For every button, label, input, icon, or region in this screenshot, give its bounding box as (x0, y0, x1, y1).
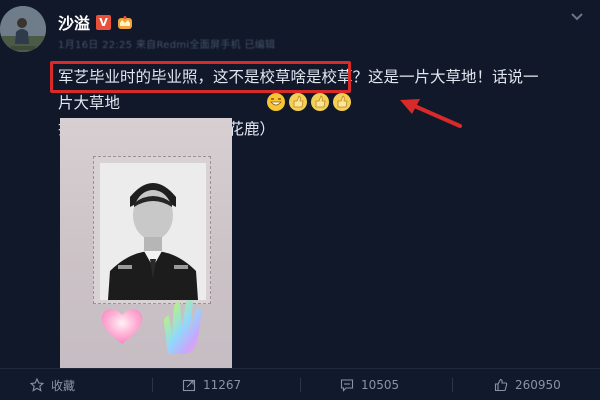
comment-button[interactable]: 10505 (340, 369, 399, 400)
favorite-label: 收藏 (51, 378, 76, 393)
highlight-box (50, 61, 351, 93)
crown-icon (118, 15, 133, 29)
comment-count: 10505 (361, 378, 400, 392)
comment-icon (340, 379, 354, 392)
avatar[interactable] (0, 6, 46, 52)
emoji-row (266, 92, 352, 112)
verified-badge: V (96, 14, 112, 30)
thumbs-emoji-icon (289, 93, 307, 111)
like-button[interactable]: 260950 (494, 369, 561, 400)
chevron-down-icon[interactable] (570, 12, 584, 22)
like-icon (494, 378, 508, 392)
post-meta: 1月16日 22:25 来自Redmi全面屏手机 已编辑 (58, 40, 276, 51)
like-count: 260950 (515, 378, 561, 392)
author-row: 沙溢 V (58, 10, 133, 34)
divider (300, 378, 301, 392)
repost-button[interactable]: 11267 (182, 369, 241, 400)
repost-count: 11267 (203, 378, 242, 392)
favorite-button[interactable]: 收藏 (30, 369, 75, 400)
annotation-arrow (400, 99, 462, 128)
divider (152, 378, 153, 392)
hand-sticker-icon (164, 300, 202, 354)
weibo-post: 沙溢 V 1月16日 22:25 来自Redmi全面屏手机 已编辑 军艺毕业时的… (0, 0, 600, 400)
share-icon (182, 379, 196, 392)
thumbs-emoji-icon (311, 93, 329, 111)
portrait-image (100, 163, 206, 300)
grin-emoji-icon (267, 93, 285, 111)
heart-sticker-icon (101, 309, 143, 344)
star-icon (30, 378, 44, 392)
thumbs-emoji-icon (333, 93, 351, 111)
action-bar: 收藏 11267 10505 260950 (0, 368, 600, 400)
post-photo[interactable] (60, 118, 232, 370)
username[interactable]: 沙溢 (58, 10, 90, 34)
divider (452, 378, 453, 392)
